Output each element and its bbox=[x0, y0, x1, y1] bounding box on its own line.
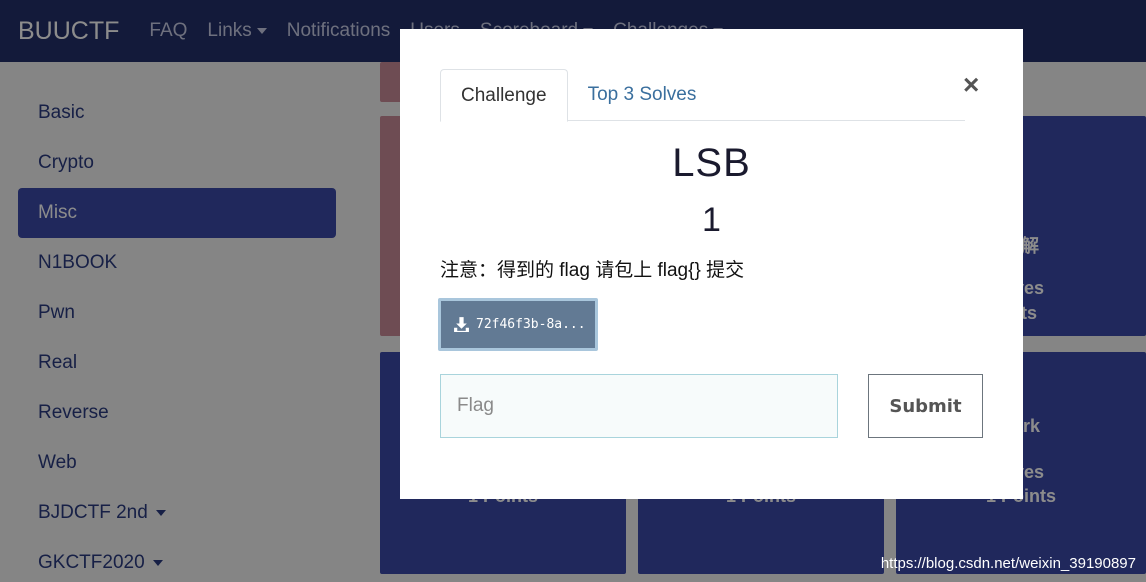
tab-top-3-solves[interactable]: Top 3 Solves bbox=[568, 69, 717, 121]
download-file-button[interactable]: 72f46f3b-8a... bbox=[438, 298, 598, 351]
challenge-value: 1 bbox=[702, 201, 721, 239]
watermark-text: https://blog.csdn.net/weixin_39190897 bbox=[880, 555, 1136, 572]
download-file-label: 72f46f3b-8a... bbox=[476, 317, 586, 332]
close-icon[interactable]: × bbox=[963, 71, 979, 99]
download-icon bbox=[454, 317, 469, 332]
modal-tabs: Challenge Top 3 Solves bbox=[440, 69, 965, 122]
challenge-name: LSB bbox=[672, 141, 751, 185]
flag-input[interactable] bbox=[440, 374, 838, 438]
submit-button[interactable]: Submit bbox=[868, 374, 983, 438]
challenge-description: 注意：得到的 flag 请包上 flag{} 提交 bbox=[440, 260, 745, 281]
tab-challenge[interactable]: Challenge bbox=[440, 69, 568, 122]
challenge-modal: Challenge Top 3 Solves × LSB 1 注意：得到的 fl… bbox=[400, 29, 1023, 499]
